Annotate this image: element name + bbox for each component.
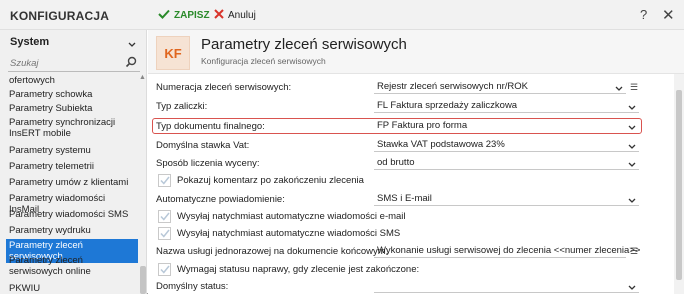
wysylaj-email-checkbox-row[interactable]: Wysyłaj natychmiast automatyczne wiadomo…	[158, 209, 406, 223]
nav-item[interactable]: Parametry telemetrii	[6, 160, 138, 173]
search-input[interactable]	[10, 56, 120, 70]
chevron-down-icon	[628, 102, 636, 113]
chevron-down-icon	[628, 122, 636, 133]
checkbox[interactable]	[158, 262, 171, 276]
nav-item[interactable]: Parametry umów z klientami	[6, 176, 138, 189]
wysylaj-sms-checkbox-row[interactable]: Wysyłaj natychmiast automatyczne wiadomo…	[158, 226, 400, 240]
module-badge: KF	[156, 36, 190, 70]
form-scrollbar-thumb[interactable]	[676, 90, 682, 280]
stawka-vat-select[interactable]: Stawka VAT podstawowa 23%	[374, 137, 639, 152]
powiadomienie-select[interactable]: SMS i E-mail	[374, 191, 639, 206]
nav-item[interactable]: ofertowych	[6, 74, 138, 87]
search-icon[interactable]	[125, 56, 137, 71]
numeracja-value: Rejestr zleceń serwisowych nr/ROK	[377, 81, 528, 92]
typ-dokumentu-label: Typ dokumentu finalnego:	[156, 121, 265, 132]
nav-item[interactable]: Parametry wydruku	[6, 224, 138, 237]
wysylaj-sms-label: Wysyłaj natychmiast automatyczne wiadomo…	[177, 227, 401, 239]
top-bar: KONFIGURACJA ZAPISZ Anuluj ? ✕	[0, 0, 684, 30]
nav-item[interactable]: Parametry schowka	[6, 88, 138, 101]
nav-item[interactable]: PKWIU	[6, 282, 138, 294]
menu-icon[interactable]: ☰	[630, 82, 638, 93]
typ-zaliczki-value: FL Faktura sprzedaży zaliczkowa	[377, 100, 518, 111]
numeracja-select[interactable]: Rejestr zleceń serwisowych nr/ROK	[374, 79, 626, 94]
domyslny-status-label: Domyślny status:	[156, 281, 229, 292]
sidebar: System ofertowych Parametry schowka Para…	[0, 30, 147, 294]
typ-dokumentu-value: FP Faktura pro forma	[377, 120, 468, 131]
nazwa-uslugi-input[interactable]: Wykonanie usługi serwisowej do zlecenia …	[374, 243, 640, 258]
pokazuj-komentarz-label: Pokazuj komentarz po zakończeniu zleceni…	[177, 174, 364, 186]
system-select[interactable]: System	[8, 33, 138, 51]
app-title: KONFIGURACJA	[10, 9, 110, 23]
checkmark-icon	[158, 9, 170, 22]
checkbox[interactable]	[158, 209, 171, 223]
nav-item[interactable]: Parametry zleceń serwisowych online	[6, 254, 138, 278]
sidebar-scrollbar-thumb[interactable]	[140, 266, 146, 294]
wysylaj-email-label: Wysyłaj natychmiast automatyczne wiadomo…	[177, 210, 406, 222]
search-box	[8, 54, 140, 72]
nazwa-uslugi-value: Wykonanie usługi serwisowej do zlecenia …	[377, 245, 641, 256]
sposob-liczenia-select[interactable]: od brutto	[374, 155, 639, 170]
checkbox[interactable]	[158, 173, 171, 187]
wymagaj-statusu-label: Wymagaj statusu naprawy, gdy zlecenie je…	[177, 263, 420, 275]
system-select-value: System	[10, 36, 50, 48]
stawka-vat-label: Domyślna stawka Vat:	[156, 140, 250, 151]
cancel-button[interactable]: Anuluj	[214, 7, 256, 23]
menu-icon[interactable]: ☰	[630, 246, 638, 257]
pokazuj-komentarz-checkbox-row[interactable]: Pokazuj komentarz po zakończeniu zleceni…	[158, 173, 364, 187]
cancel-label: Anuluj	[228, 9, 256, 21]
chevron-down-icon	[628, 282, 636, 293]
nav-item[interactable]: Parametry systemu	[6, 144, 138, 157]
powiadomienie-label: Automatyczne powiadomienie:	[156, 194, 285, 205]
chevron-down-icon	[615, 83, 623, 94]
help-button[interactable]: ?	[640, 7, 647, 22]
save-label: ZAPISZ	[174, 9, 210, 21]
domyslny-status-select[interactable]	[374, 278, 639, 293]
chevron-down-icon	[628, 141, 636, 152]
main-panel: KF Parametry zleceń serwisowych Konfigur…	[148, 30, 684, 294]
nav-item[interactable]: Parametry wiadomości SMS	[6, 208, 138, 221]
page-header: KF Parametry zleceń serwisowych Konfigur…	[148, 30, 684, 74]
scroll-up-icon[interactable]: ▲	[139, 74, 146, 81]
nav-item[interactable]: Parametry synchronizacji InsERT mobile	[6, 116, 138, 140]
chevron-down-icon	[128, 38, 136, 50]
page-title: Parametry zleceń serwisowych	[201, 36, 407, 53]
page-subtitle: Konfiguracja zleceń serwisowych	[201, 56, 326, 66]
sposob-liczenia-value: od brutto	[377, 157, 415, 168]
close-window-button[interactable]: ✕	[662, 6, 675, 24]
checkbox[interactable]	[158, 226, 171, 240]
sposob-liczenia-label: Sposób liczenia wyceny:	[156, 158, 260, 169]
nazwa-uslugi-label: Nazwa usługi jednorazowej na dokumencie …	[156, 246, 389, 257]
save-button[interactable]: ZAPISZ	[158, 7, 210, 23]
typ-zaliczki-select[interactable]: FL Faktura sprzedaży zaliczkowa	[374, 98, 639, 113]
wymagaj-statusu-checkbox-row[interactable]: Wymagaj statusu naprawy, gdy zlecenie je…	[158, 262, 419, 276]
typ-dokumentu-select[interactable]: FP Faktura pro forma	[374, 118, 639, 133]
chevron-down-icon	[628, 159, 636, 170]
chevron-down-icon	[628, 195, 636, 206]
close-x-icon	[214, 8, 224, 22]
typ-zaliczki-label: Typ zaliczki:	[156, 101, 208, 112]
nav-item[interactable]: Parametry Subiekta	[6, 102, 138, 115]
powiadomienie-value: SMS i E-mail	[377, 193, 432, 204]
numeracja-label: Numeracja zleceń serwisowych:	[156, 82, 292, 93]
stawka-vat-value: Stawka VAT podstawowa 23%	[377, 139, 505, 150]
